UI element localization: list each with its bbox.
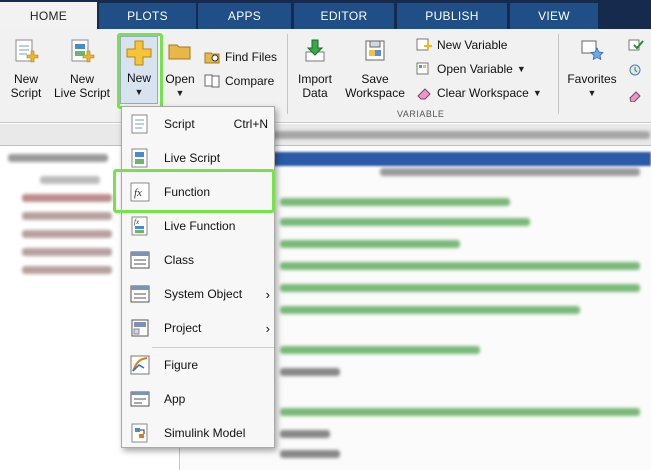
eraser-icon	[417, 88, 431, 100]
svg-text:fx: fx	[134, 218, 140, 226]
new-script-label-1: New	[13, 72, 38, 86]
script-shortcut: Ctrl+N	[233, 117, 268, 131]
menu-item-figure[interactable]: Figure	[122, 348, 274, 382]
new-live-script-icon	[71, 39, 95, 63]
menu-item-simulink-model[interactable]: Simulink Model	[122, 416, 274, 450]
open-dropdown-arrow-icon: ▼	[175, 88, 185, 98]
menu-item-project[interactable]: Project ›	[122, 311, 274, 345]
favorites-icon	[581, 40, 604, 61]
new-live-script-label-1: New	[69, 72, 94, 86]
new-button-highlight	[117, 33, 163, 109]
import-data-label-2: Data	[302, 86, 328, 100]
preferences-icon[interactable]	[628, 63, 646, 77]
app-icon	[130, 391, 150, 407]
favorites-label: Favorites	[567, 72, 617, 86]
import-data-label-1: Import	[297, 72, 332, 86]
folder-icon	[168, 44, 191, 60]
open-button[interactable]: Open ▼	[160, 38, 200, 100]
function-item-highlight	[113, 169, 275, 213]
ribbon-more-icons	[628, 38, 648, 105]
open-label: Open	[165, 72, 195, 86]
simulink-model-icon	[131, 423, 148, 443]
save-workspace-label-2: Workspace	[345, 86, 405, 100]
compare-button[interactable]: Compare	[204, 73, 274, 89]
script-icon	[131, 114, 148, 134]
favorites-dropdown-icon: ▼	[587, 88, 597, 98]
menu-item-class[interactable]: Class	[122, 243, 274, 277]
find-files-label: Find Files	[225, 50, 278, 64]
project-icon	[131, 319, 149, 337]
submenu-arrow-icon: ›	[265, 320, 270, 336]
open-variable-button[interactable]: Open Variable ▼	[416, 61, 526, 77]
new-dropdown-menu: Script Ctrl+N Live Script fx Function fx…	[121, 106, 275, 448]
new-variable-icon	[416, 38, 432, 51]
menu-item-system-object[interactable]: System Object ›	[122, 277, 274, 311]
save-workspace-label-1: Save	[361, 72, 389, 86]
tab-view[interactable]: VIEW	[510, 3, 598, 29]
new-variable-button[interactable]: New Variable	[416, 37, 507, 53]
open-variable-dropdown-icon: ▼	[516, 64, 526, 74]
open-variable-icon	[416, 62, 429, 75]
save-workspace-button[interactable]: Save Workspace	[342, 38, 408, 100]
new-live-script-label-2: Live Script	[53, 86, 111, 100]
favorites-button[interactable]: Favorites ▼	[563, 38, 621, 100]
find-files-button[interactable]: Find Files	[204, 49, 277, 65]
new-script-button[interactable]: New Script	[4, 38, 48, 100]
current-folder-path-bar	[0, 124, 651, 146]
layout-check-icon[interactable]	[628, 38, 646, 52]
menu-item-app[interactable]: App	[122, 382, 274, 416]
find-files-icon	[204, 52, 220, 64]
submenu-arrow-icon: ›	[265, 286, 270, 302]
class-icon	[130, 251, 150, 269]
new-live-script-button[interactable]: New Live Script	[50, 38, 114, 100]
compare-label: Compare	[225, 74, 275, 88]
variable-group-label: VARIABLE	[397, 109, 445, 119]
new-script-icon	[15, 39, 39, 63]
menu-item-script[interactable]: Script Ctrl+N	[122, 107, 274, 141]
figure-icon	[130, 355, 150, 375]
compare-icon	[204, 74, 220, 88]
ribbon-separator-2	[558, 34, 559, 114]
ribbon-separator	[287, 34, 288, 114]
live-function-icon: fx	[131, 216, 148, 236]
tab-apps[interactable]: APPS	[198, 3, 291, 29]
new-script-label-2: Script	[10, 86, 42, 100]
tab-editor[interactable]: EDITOR	[294, 3, 394, 29]
toolstrip-tab-bar: HOME PLOTS APPS EDITOR PUBLISH VIEW	[0, 0, 651, 29]
editor-tab-strip-blurred	[250, 152, 651, 166]
tab-home[interactable]: HOME	[0, 2, 97, 29]
tab-publish[interactable]: PUBLISH	[397, 3, 507, 29]
import-data-icon	[305, 39, 325, 62]
new-variable-label: New Variable	[437, 38, 508, 52]
live-script-icon	[131, 148, 148, 168]
import-data-button[interactable]: Import Data	[292, 38, 338, 100]
clear-workspace-button[interactable]: Clear Workspace ▼	[416, 85, 542, 101]
system-object-icon	[130, 285, 150, 303]
clear-workspace-label: Clear Workspace	[437, 86, 529, 100]
tab-plots[interactable]: PLOTS	[99, 3, 196, 29]
clear-workspace-dropdown-icon: ▼	[532, 88, 542, 98]
menu-item-live-function[interactable]: fx Live Function	[122, 209, 274, 243]
open-variable-label: Open Variable	[437, 62, 513, 76]
save-workspace-icon	[365, 40, 385, 61]
set-path-icon[interactable]	[628, 88, 646, 103]
